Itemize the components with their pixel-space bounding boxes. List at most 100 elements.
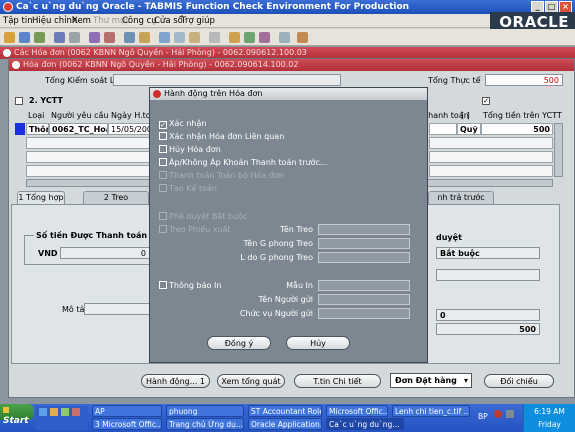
ie-icon[interactable] <box>39 408 47 416</box>
menu-tools[interactable]: Công cụ <box>122 16 157 26</box>
taskbar-item-ap[interactable]: AP <box>92 405 162 417</box>
table-cell-payment-blank[interactable] <box>429 123 457 135</box>
dialog-title-bar[interactable]: Hành động trên Hóa đơn <box>150 88 427 100</box>
next-icon[interactable] <box>34 32 45 43</box>
tab-hold[interactable]: 2 Treo <box>83 191 149 204</box>
start-button[interactable]: Start <box>0 404 34 426</box>
table-row-empty[interactable] <box>429 165 553 177</box>
batch-control-total-label: Tổng Kiểm soát Lô <box>45 76 120 85</box>
taskbar-item-phuong[interactable]: phuong <box>166 405 244 417</box>
menu-view[interactable]: Xem <box>72 16 91 26</box>
taskbar-item-current-app[interactable]: Ca`c u`ng du`ng... <box>326 418 404 430</box>
tab-prepayment[interactable]: nh trả trước <box>428 191 494 204</box>
save-icon[interactable] <box>19 32 30 43</box>
help-icon[interactable] <box>297 32 308 43</box>
current-row-indicator[interactable] <box>15 123 25 135</box>
find-icon[interactable] <box>89 32 100 43</box>
new-record-icon[interactable] <box>124 32 135 43</box>
option-create-accounting-label: Tạo Kế toán <box>169 184 217 193</box>
description-field[interactable] <box>84 303 154 315</box>
zoom-icon[interactable] <box>279 32 290 43</box>
vertical-scrollbar[interactable] <box>554 123 563 177</box>
translations-icon[interactable] <box>259 32 270 43</box>
table-row-empty[interactable] <box>429 151 553 163</box>
checkbox-icon[interactable] <box>159 132 167 140</box>
taskbar-item-office[interactable]: Microsoft Offic... <box>326 405 388 417</box>
right-amount-field-1[interactable]: 0 <box>436 309 540 321</box>
detail-info-button[interactable]: T.tin Chi tiết <box>294 374 381 388</box>
table-cell-requester[interactable]: 0062_TC_Hoàng <box>49 123 108 135</box>
table-row-empty[interactable] <box>26 137 151 149</box>
option-cancel-invoice[interactable]: Hủy Hóa đơn <box>159 145 221 154</box>
release-reason-field[interactable] <box>318 252 410 263</box>
cut-icon[interactable] <box>159 32 170 43</box>
actions-button[interactable]: Hành động... 1 <box>141 374 210 388</box>
cancel-button[interactable]: Hủy <box>286 336 350 350</box>
table-row-empty[interactable] <box>26 151 151 163</box>
network-tray-icon[interactable] <box>506 410 514 418</box>
option-print-notice-label: Thông báo In <box>169 281 222 290</box>
close-form-icon[interactable] <box>69 32 80 43</box>
ok-button[interactable]: Đồng ý <box>207 336 271 350</box>
option-validate-related[interactable]: Xác nhận Hóa đơn Liên quan <box>159 132 284 141</box>
tab-summary[interactable]: 1 Tổng hợp <box>17 191 65 204</box>
right-amount-field-2[interactable]: 500 <box>436 323 540 335</box>
invoice-window-title[interactable]: Hóa đơn (0062 KBNN Ngô Quyền - Hải Phòng… <box>9 59 574 71</box>
table-cell-total-amount[interactable]: 500 <box>481 123 553 135</box>
checkbox-disabled-icon <box>159 212 167 220</box>
release-name-field[interactable] <box>318 238 410 249</box>
checkbox-icon[interactable] <box>159 158 167 166</box>
desktop-icon[interactable] <box>50 408 58 416</box>
table-row-empty[interactable] <box>429 137 553 149</box>
print-template-field[interactable] <box>318 280 410 291</box>
media-icon[interactable] <box>72 408 80 416</box>
checkbox-checked-icon[interactable]: ✓ <box>159 121 167 129</box>
checkbox-icon[interactable] <box>159 145 167 153</box>
help-tray-icon[interactable] <box>494 410 502 418</box>
taskbar-item-oracle-apps[interactable]: Oracle Application... <box>248 418 322 430</box>
select-all-checkbox[interactable]: ✓ <box>482 97 490 105</box>
match-button[interactable]: Đối chiếu <box>484 374 554 388</box>
table-cell-accounting-date[interactable]: 15/05/2009 <box>108 123 151 135</box>
delete-record-icon[interactable] <box>139 32 150 43</box>
taskbar-item-accountant-role[interactable]: ST Accountant Role <box>248 405 322 417</box>
view-overview-button[interactable]: Xem tổng quát <box>217 374 285 388</box>
sender-name-field[interactable] <box>318 294 410 305</box>
copy-icon[interactable] <box>174 32 185 43</box>
clear-icon[interactable] <box>209 32 220 43</box>
paste-icon[interactable] <box>189 32 200 43</box>
outlook-icon[interactable] <box>61 408 69 416</box>
approval-extra-field[interactable] <box>436 269 540 281</box>
menu-help[interactable]: Trợ giúp <box>181 16 215 26</box>
checkbox-icon[interactable] <box>159 281 167 289</box>
language-indicator[interactable]: BP <box>478 412 488 421</box>
description-label: Mô tả <box>62 305 85 314</box>
menu-edit[interactable]: Hiệu chỉnh <box>32 16 77 26</box>
table-row-empty[interactable] <box>26 165 151 177</box>
actual-total-field[interactable]: 500 <box>485 74 563 86</box>
navigator-icon[interactable] <box>104 32 115 43</box>
attachments-icon[interactable] <box>244 32 255 43</box>
taskbar-item-home-apps[interactable]: Trang chủ Ứng dụ... <box>166 418 244 430</box>
open-folder-icon[interactable] <box>4 32 15 43</box>
purchase-order-select[interactable]: Đơn Đặt hàng ▾ <box>390 373 472 388</box>
option-print-notice[interactable]: Thông báo In <box>159 281 221 290</box>
system-tray-clock[interactable]: 6:19 AM Friday <box>523 404 575 432</box>
sender-title-field[interactable] <box>318 308 410 319</box>
hold-name-field[interactable] <box>318 224 410 235</box>
option-apply-prepayment[interactable]: Áp/Không Áp Khoản Thanh toán trước... <box>159 158 327 167</box>
option-validate[interactable]: ✓ Xác nhận <box>159 119 206 129</box>
option-validate-related-label: Xác nhận Hóa đơn Liên quan <box>169 132 285 141</box>
release-name-label: Tên G phong Treo <box>243 239 313 248</box>
taskbar-item-office-group[interactable]: 3 Microsoft Offic... <box>92 418 162 430</box>
print-icon[interactable] <box>54 32 65 43</box>
table-cell-payment[interactable]: Quỹ <box>457 123 481 135</box>
approval-status-field[interactable]: Bắt buộc <box>436 247 540 259</box>
folder-tools-icon[interactable] <box>229 32 240 43</box>
batch-control-total-field[interactable] <box>113 74 341 86</box>
taskbar-item-lenh-chi-tien[interactable]: Lenh chi tien_c.tif ... <box>392 405 470 417</box>
paid-amount-field[interactable]: 0 <box>60 247 150 259</box>
table-cell-type[interactable]: Thông <box>26 123 49 135</box>
menu-file[interactable]: Tập tin <box>3 16 33 26</box>
menu-window[interactable]: Cửa sổ <box>154 16 183 26</box>
